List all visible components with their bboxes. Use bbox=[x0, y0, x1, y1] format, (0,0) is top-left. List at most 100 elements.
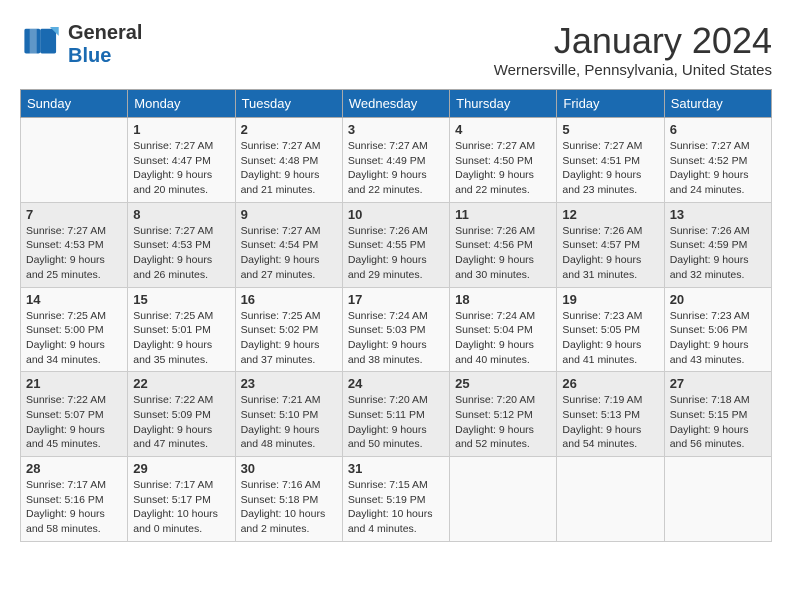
week-row-5: 28 Sunrise: 7:17 AM Sunset: 5:16 PM Dayli… bbox=[21, 457, 772, 542]
day-cell: 30 Sunrise: 7:16 AM Sunset: 5:18 PM Dayli… bbox=[235, 457, 342, 542]
logo: General Blue bbox=[20, 20, 142, 69]
day-info: Sunrise: 7:25 AM Sunset: 5:02 PM Dayligh… bbox=[241, 309, 337, 368]
day-cell: 18Sunrise: 7:24 AM Sunset: 5:04 PM Dayli… bbox=[450, 287, 557, 372]
day-cell: 21 Sunrise: 7:22 AM Sunset: 5:07 PM Dayli… bbox=[21, 372, 128, 457]
day-cell: 3 Sunrise: 7:27 AM Sunset: 4:49 PM Daylig… bbox=[342, 118, 449, 203]
day-number: 16 bbox=[241, 292, 337, 307]
day-number: 10 bbox=[348, 207, 444, 222]
day-header-saturday: Saturday bbox=[664, 90, 771, 118]
day-cell: 15 Sunrise: 7:25 AM Sunset: 5:01 PM Dayli… bbox=[128, 287, 235, 372]
day-header-tuesday: Tuesday bbox=[235, 90, 342, 118]
day-number: 8 bbox=[133, 207, 229, 222]
month-title: January 2024 bbox=[494, 20, 772, 62]
day-number: 15 bbox=[133, 292, 229, 307]
logo-general: General bbox=[68, 22, 142, 45]
day-info: Sunrise: 7:22 AM Sunset: 5:09 PM Dayligh… bbox=[133, 393, 229, 452]
week-row-4: 21 Sunrise: 7:22 AM Sunset: 5:07 PM Dayli… bbox=[21, 372, 772, 457]
day-info: Sunrise: 7:16 AM Sunset: 5:18 PM Dayligh… bbox=[241, 478, 337, 537]
day-info: Sunrise: 7:27 AM Sunset: 4:53 PM Dayligh… bbox=[26, 224, 122, 283]
day-number: 6 bbox=[670, 122, 766, 137]
day-cell: 23 Sunrise: 7:21 AM Sunset: 5:10 PM Dayli… bbox=[235, 372, 342, 457]
day-info: Sunrise: 7:26 AM Sunset: 4:59 PM Dayligh… bbox=[670, 224, 766, 283]
day-info: Sunrise: 7:27 AM Sunset: 4:52 PM Dayligh… bbox=[670, 139, 766, 198]
day-cell: 4 Sunrise: 7:27 AM Sunset: 4:50 PM Daylig… bbox=[450, 118, 557, 203]
logo-blue: Blue bbox=[68, 45, 111, 68]
day-info: Sunrise: 7:17 AM Sunset: 5:17 PM Dayligh… bbox=[133, 478, 229, 537]
day-cell: 12 Sunrise: 7:26 AM Sunset: 4:57 PM Dayli… bbox=[557, 202, 664, 287]
day-header-thursday: Thursday bbox=[450, 90, 557, 118]
day-cell: 10Sunrise: 7:26 AM Sunset: 4:55 PM Dayli… bbox=[342, 202, 449, 287]
day-info: Sunrise: 7:27 AM Sunset: 4:48 PM Dayligh… bbox=[241, 139, 337, 198]
day-info: Sunrise: 7:27 AM Sunset: 4:49 PM Dayligh… bbox=[348, 139, 444, 198]
day-number: 1 bbox=[133, 122, 229, 137]
day-cell: 8Sunrise: 7:27 AM Sunset: 4:53 PM Daylig… bbox=[128, 202, 235, 287]
day-number: 20 bbox=[670, 292, 766, 307]
day-info: Sunrise: 7:15 AM Sunset: 5:19 PM Dayligh… bbox=[348, 478, 444, 537]
day-cell: 17 Sunrise: 7:24 AM Sunset: 5:03 PM Dayli… bbox=[342, 287, 449, 372]
day-info: Sunrise: 7:23 AM Sunset: 5:05 PM Dayligh… bbox=[562, 309, 658, 368]
week-row-3: 14Sunrise: 7:25 AM Sunset: 5:00 PM Dayli… bbox=[21, 287, 772, 372]
day-number: 2 bbox=[241, 122, 337, 137]
day-number: 12 bbox=[562, 207, 658, 222]
day-cell: 6 Sunrise: 7:27 AM Sunset: 4:52 PM Daylig… bbox=[664, 118, 771, 203]
day-cell: 22 Sunrise: 7:22 AM Sunset: 5:09 PM Dayli… bbox=[128, 372, 235, 457]
day-header-friday: Friday bbox=[557, 90, 664, 118]
day-number: 7 bbox=[26, 207, 122, 222]
days-header-row: SundayMondayTuesdayWednesdayThursdayFrid… bbox=[21, 90, 772, 118]
day-number: 3 bbox=[348, 122, 444, 137]
day-cell: 27Sunrise: 7:18 AM Sunset: 5:15 PM Dayli… bbox=[664, 372, 771, 457]
day-cell: 9Sunrise: 7:27 AM Sunset: 4:54 PM Daylig… bbox=[235, 202, 342, 287]
day-number: 13 bbox=[670, 207, 766, 222]
page-header: General Blue January 2024 Wernersville, … bbox=[20, 20, 772, 79]
day-info: Sunrise: 7:26 AM Sunset: 4:57 PM Dayligh… bbox=[562, 224, 658, 283]
day-number: 24 bbox=[348, 376, 444, 391]
day-number: 4 bbox=[455, 122, 551, 137]
day-number: 21 bbox=[26, 376, 122, 391]
title-block: January 2024 Wernersville, Pennsylvania,… bbox=[494, 20, 772, 79]
day-header-wednesday: Wednesday bbox=[342, 90, 449, 118]
day-cell: 26 Sunrise: 7:19 AM Sunset: 5:13 PM Dayli… bbox=[557, 372, 664, 457]
day-info: Sunrise: 7:22 AM Sunset: 5:07 PM Dayligh… bbox=[26, 393, 122, 452]
day-info: Sunrise: 7:25 AM Sunset: 5:01 PM Dayligh… bbox=[133, 309, 229, 368]
logo-text-block: General Blue bbox=[68, 22, 142, 68]
day-number: 26 bbox=[562, 376, 658, 391]
day-cell bbox=[664, 457, 771, 542]
day-cell: 28 Sunrise: 7:17 AM Sunset: 5:16 PM Dayli… bbox=[21, 457, 128, 542]
day-number: 29 bbox=[133, 461, 229, 476]
day-cell bbox=[450, 457, 557, 542]
day-info: Sunrise: 7:26 AM Sunset: 4:56 PM Dayligh… bbox=[455, 224, 551, 283]
day-cell: 19 Sunrise: 7:23 AM Sunset: 5:05 PM Dayli… bbox=[557, 287, 664, 372]
day-cell bbox=[21, 118, 128, 203]
day-info: Sunrise: 7:27 AM Sunset: 4:51 PM Dayligh… bbox=[562, 139, 658, 198]
day-cell: 7 Sunrise: 7:27 AM Sunset: 4:53 PM Daylig… bbox=[21, 202, 128, 287]
day-cell: 5 Sunrise: 7:27 AM Sunset: 4:51 PM Daylig… bbox=[557, 118, 664, 203]
day-cell: 11 Sunrise: 7:26 AM Sunset: 4:56 PM Dayli… bbox=[450, 202, 557, 287]
day-cell: 31 Sunrise: 7:15 AM Sunset: 5:19 PM Dayli… bbox=[342, 457, 449, 542]
day-cell: 13 Sunrise: 7:26 AM Sunset: 4:59 PM Dayli… bbox=[664, 202, 771, 287]
day-number: 23 bbox=[241, 376, 337, 391]
day-info: Sunrise: 7:23 AM Sunset: 5:06 PM Dayligh… bbox=[670, 309, 766, 368]
day-info: Sunrise: 7:24 AM Sunset: 5:03 PM Dayligh… bbox=[348, 309, 444, 368]
day-info: Sunrise: 7:19 AM Sunset: 5:13 PM Dayligh… bbox=[562, 393, 658, 452]
day-number: 11 bbox=[455, 207, 551, 222]
day-cell: 1 Sunrise: 7:27 AM Sunset: 4:47 PM Daylig… bbox=[128, 118, 235, 203]
day-number: 19 bbox=[562, 292, 658, 307]
day-info: Sunrise: 7:20 AM Sunset: 5:12 PM Dayligh… bbox=[455, 393, 551, 452]
day-number: 25 bbox=[455, 376, 551, 391]
day-cell: 25 Sunrise: 7:20 AM Sunset: 5:12 PM Dayli… bbox=[450, 372, 557, 457]
day-number: 31 bbox=[348, 461, 444, 476]
day-info: Sunrise: 7:24 AM Sunset: 5:04 PM Dayligh… bbox=[455, 309, 551, 368]
day-cell: 14Sunrise: 7:25 AM Sunset: 5:00 PM Dayli… bbox=[21, 287, 128, 372]
day-number: 17 bbox=[348, 292, 444, 307]
day-info: Sunrise: 7:21 AM Sunset: 5:10 PM Dayligh… bbox=[241, 393, 337, 452]
calendar-table: SundayMondayTuesdayWednesdayThursdayFrid… bbox=[20, 89, 772, 542]
day-header-sunday: Sunday bbox=[21, 90, 128, 118]
day-info: Sunrise: 7:27 AM Sunset: 4:47 PM Dayligh… bbox=[133, 139, 229, 198]
day-number: 28 bbox=[26, 461, 122, 476]
day-info: Sunrise: 7:27 AM Sunset: 4:50 PM Dayligh… bbox=[455, 139, 551, 198]
day-cell: 2 Sunrise: 7:27 AM Sunset: 4:48 PM Daylig… bbox=[235, 118, 342, 203]
day-number: 30 bbox=[241, 461, 337, 476]
day-number: 22 bbox=[133, 376, 229, 391]
day-info: Sunrise: 7:17 AM Sunset: 5:16 PM Dayligh… bbox=[26, 478, 122, 537]
day-number: 5 bbox=[562, 122, 658, 137]
